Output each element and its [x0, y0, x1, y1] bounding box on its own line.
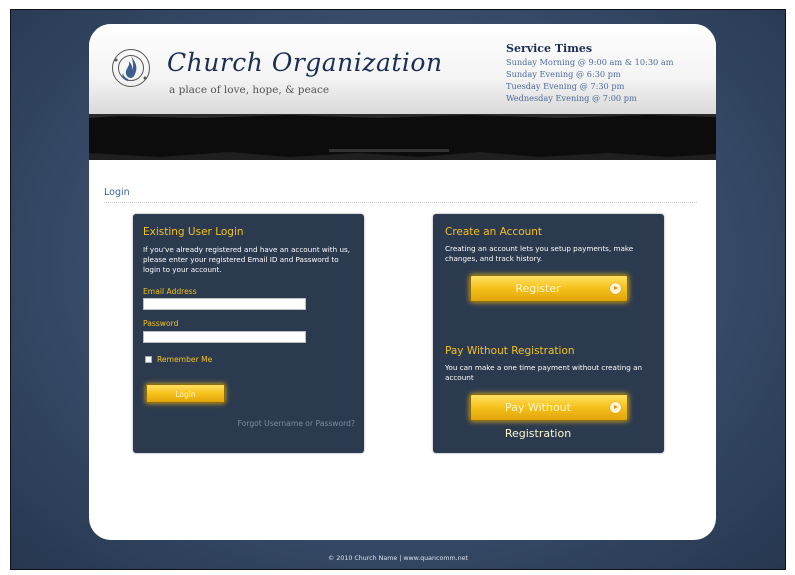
- forgot-credentials-link[interactable]: Forgot Username or Password?: [238, 419, 355, 428]
- page-title: Login: [104, 187, 130, 198]
- create-account-panel: Create an Account Creating an account le…: [433, 214, 664, 453]
- existing-user-description: If you've already registered and have an…: [143, 245, 351, 274]
- email-label: Email Address: [143, 287, 197, 296]
- footer-text: © 2010 Church Name | www.quancomm.net: [328, 555, 468, 562]
- password-field[interactable]: [143, 331, 306, 343]
- register-button[interactable]: Register: [470, 275, 628, 302]
- pay-button-label: Pay Without Registration: [504, 401, 572, 440]
- content-card: Church Organization a place of love, hop…: [89, 24, 716, 540]
- site-tagline: a place of love, hope, & peace: [169, 84, 330, 96]
- create-account-title: Create an Account: [445, 226, 543, 238]
- existing-user-panel: Existing User Login If you've already re…: [133, 214, 364, 453]
- brush-texture: [89, 114, 716, 160]
- divider: [104, 202, 697, 203]
- remember-me-label[interactable]: Remember Me: [157, 355, 212, 364]
- password-label: Password: [143, 319, 179, 328]
- site-header: Church Organization a place of love, hop…: [89, 24, 716, 114]
- site-title[interactable]: Church Organization: [167, 48, 443, 77]
- arrow-right-icon: [610, 402, 621, 413]
- create-account-description: Creating an account lets you setup payme…: [445, 244, 634, 263]
- service-times-title: Service Times: [506, 42, 593, 55]
- arrow-right-icon: [610, 283, 621, 294]
- remember-me-checkbox[interactable]: [145, 356, 152, 363]
- service-times-list: Sunday Morning @ 9:00 am & 10:30 am Sund…: [506, 56, 674, 104]
- pay-without-registration-title: Pay Without Registration: [445, 345, 575, 357]
- existing-user-title: Existing User Login: [143, 226, 244, 238]
- service-time-item: Wednesday Evening @ 7:00 pm: [506, 93, 637, 103]
- flame-logo-icon: [112, 49, 150, 87]
- page-background: Church Organization a place of love, hop…: [10, 9, 786, 570]
- service-time-item: Sunday Evening @ 6:30 pm: [506, 69, 621, 79]
- service-time-item: Tuesday Evening @ 7:30 pm: [506, 81, 625, 91]
- pay-without-registration-description: You can make a one time payment without …: [445, 363, 643, 382]
- service-time-item: Sunday Morning @ 9:00 am & 10:30 am: [506, 57, 674, 67]
- brush-banner: [89, 114, 716, 160]
- login-button[interactable]: Login: [146, 384, 225, 403]
- register-button-label: Register: [515, 282, 561, 295]
- pay-without-registration-button[interactable]: Pay Without Registration: [470, 394, 628, 440]
- email-field[interactable]: [143, 298, 306, 310]
